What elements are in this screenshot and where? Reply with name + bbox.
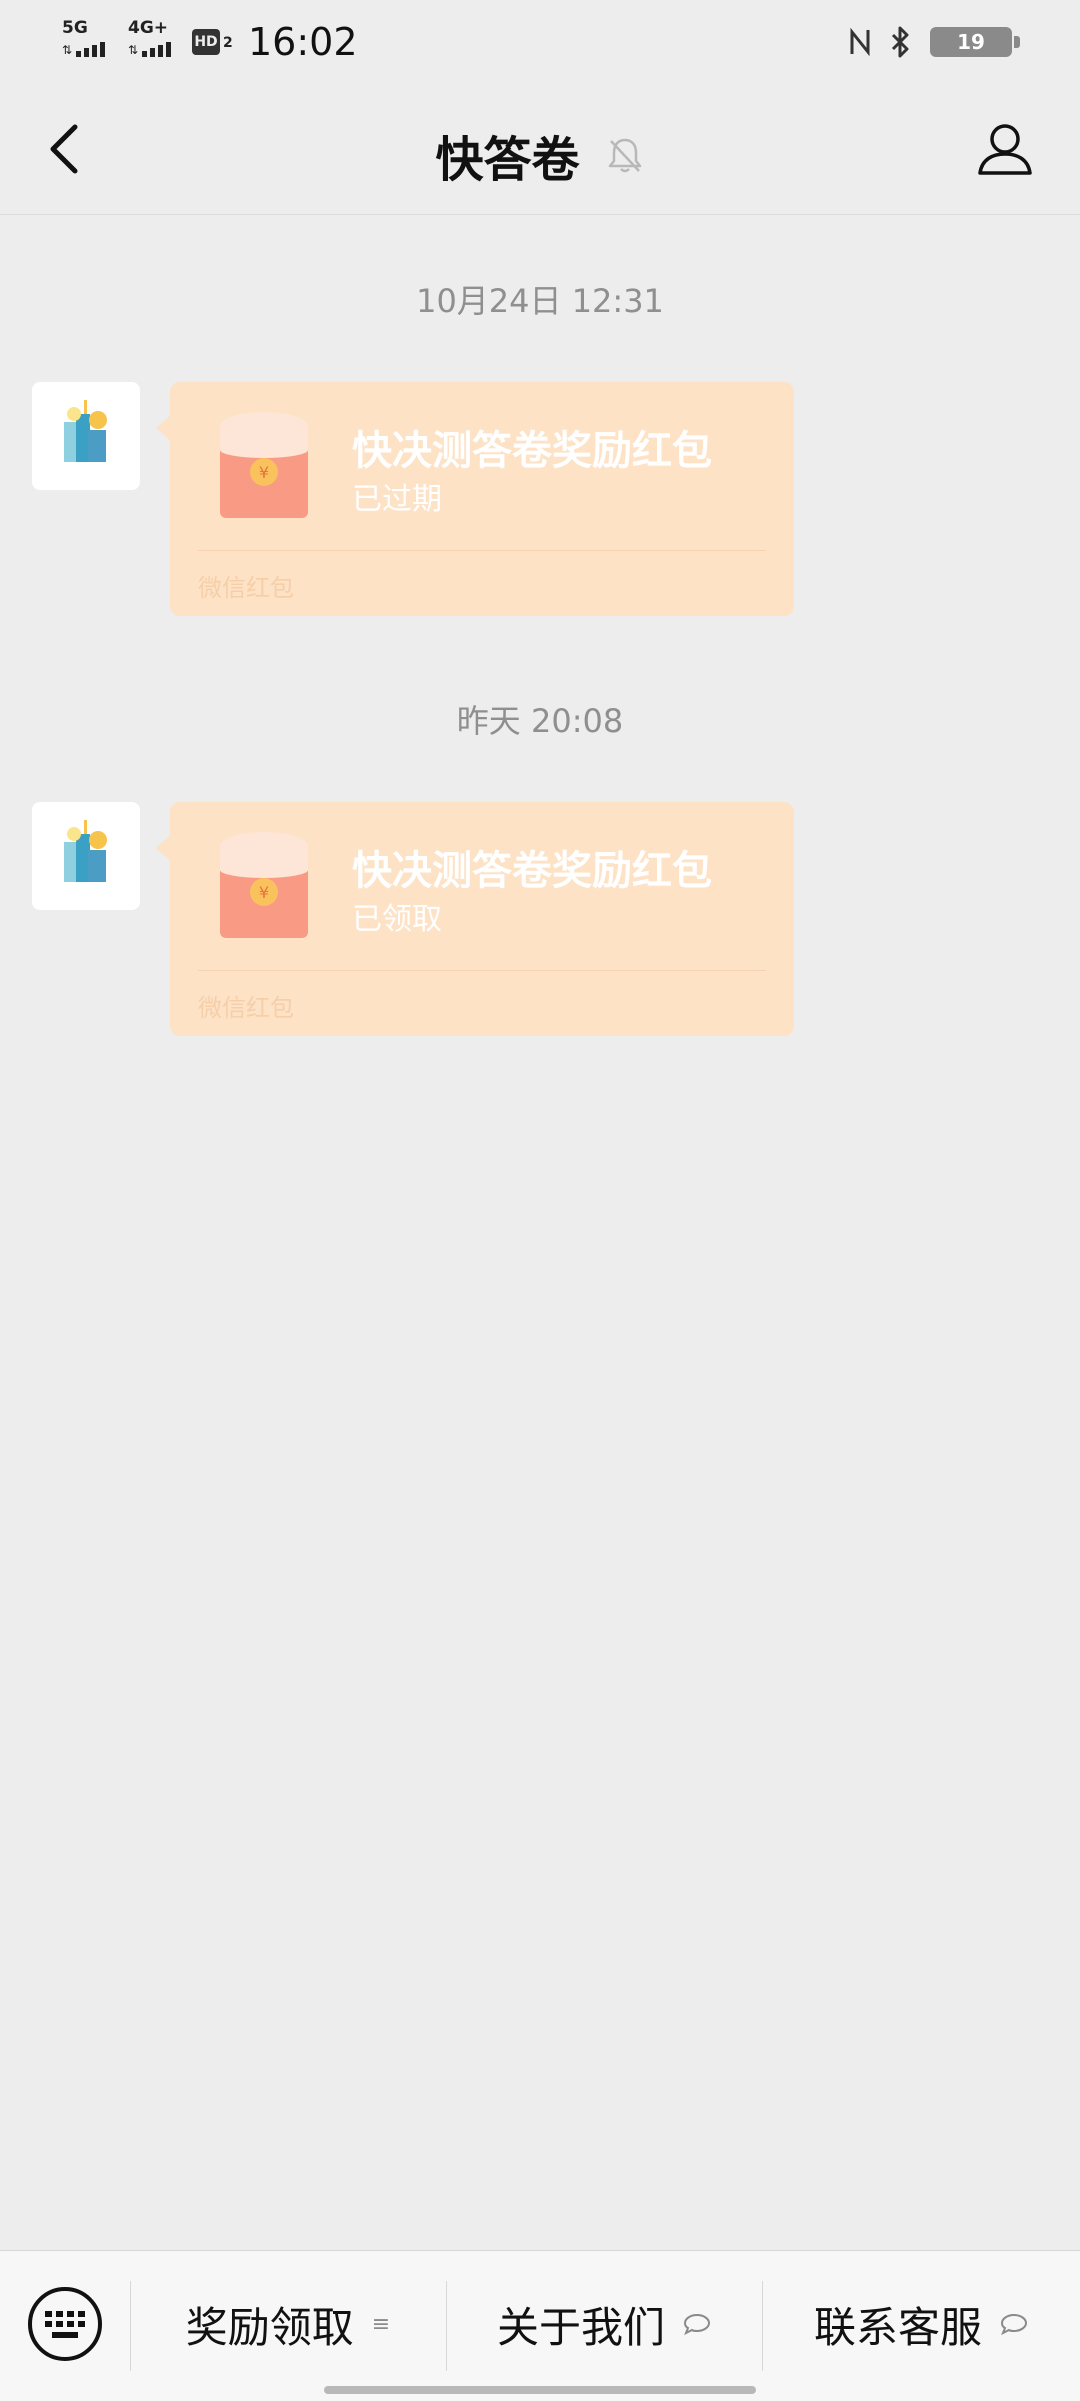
divider [198,550,766,551]
network-label-4g: 4G+ [128,18,169,38]
menu-item-label: 奖励领取 [185,2302,354,2352]
red-packet-title: 快决测答卷奖励红包 [352,428,712,474]
divider [198,970,766,971]
chat-bubble-icon [683,2313,711,2336]
red-packet-footer: 微信红包 [198,994,294,1022]
app-logo-icon [64,400,107,462]
hd-voice-icon: HD 2 [192,25,233,59]
bottom-menu-bar: 奖励领取 ≡ 关于我们 联系客服 [0,2250,1080,2401]
svg-text:¥: ¥ [259,463,269,482]
battery-icon: 19 [930,27,1020,57]
mute-bell-icon [608,138,641,173]
keyboard-icon [28,2287,102,2361]
red-packet-card[interactable]: ¥ 快决测答卷奖励红包 已领取 微信红包 [156,802,794,1036]
chat-bubble-icon [1000,2313,1028,2336]
submenu-indicator-icon: ≡ [371,2311,391,2337]
avatar[interactable] [32,382,140,490]
avatar[interactable] [32,802,140,910]
nfc-icon [850,27,870,57]
home-indicator[interactable] [324,2386,756,2394]
red-packet-icon: ¥ [220,412,308,518]
keyboard-toggle-button[interactable] [26,2285,104,2363]
red-packet-title: 快决测答卷奖励红包 [352,848,712,894]
signal-4g-icon: 4G+ ⇅ [126,18,178,64]
menu-item-label: 联系客服 [813,2302,982,2352]
status-left: 5G ⇅ 4G+ ⇅ HD 2 16:02 [60,18,358,66]
menu-item-label: 关于我们 [496,2302,665,2352]
chat-header: 快答卷 [0,84,1080,215]
menu-item-reward[interactable]: 奖励领取 ≡ [130,2271,446,2377]
status-time: 16:02 [248,20,358,64]
app-logo-icon [64,820,107,882]
status-right: 19 [848,20,1020,64]
red-packet-status: 已过期 [352,482,442,517]
red-packet-card[interactable]: ¥ 快决测答卷奖励红包 已过期 微信红包 [156,382,794,616]
menu-item-about[interactable]: 关于我们 [446,2271,762,2377]
red-packet-status: 已领取 [352,902,442,937]
menu-item-contact[interactable]: 联系客服 [762,2271,1080,2377]
red-packet-icon: ¥ [220,832,308,938]
message-timestamp: 10月24日 12:31 [416,282,664,320]
svg-text:¥: ¥ [259,883,269,902]
signal-5g-icon: 5G ⇅ [60,18,112,64]
network-label-5g: 5G [62,18,88,38]
message-timestamp: 昨天 20:08 [456,702,624,740]
bluetooth-icon [891,26,909,58]
status-bar: 5G ⇅ 4G+ ⇅ HD 2 16:02 19 [0,0,1080,84]
chat-title: 快答卷 [435,132,580,188]
red-packet-footer: 微信红包 [198,574,294,602]
battery-level: 19 [930,27,1012,57]
profile-button[interactable] [970,114,1040,184]
profile-icon [978,124,1032,175]
